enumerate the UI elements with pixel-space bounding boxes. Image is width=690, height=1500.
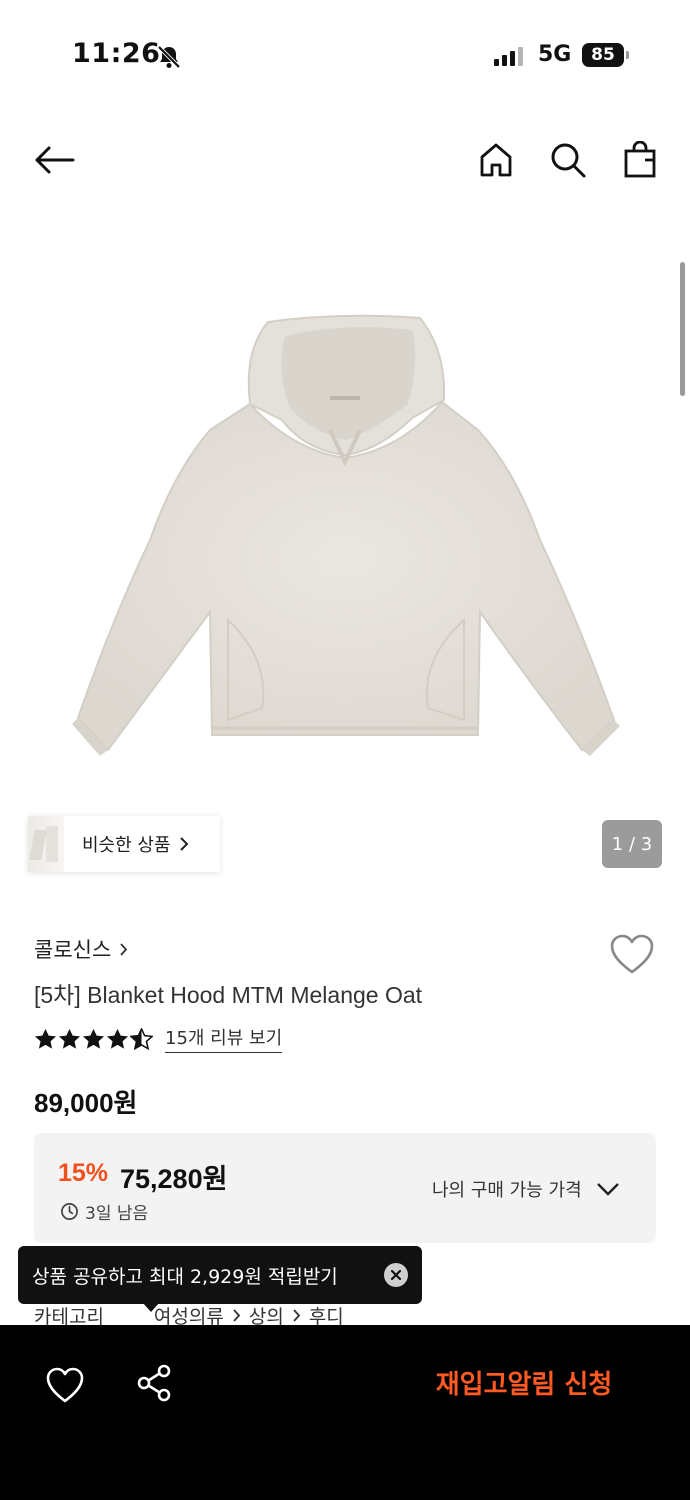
similar-products-label: 비슷한 상품	[82, 835, 171, 856]
bottom-action-bar: 재입고알림 신청	[0, 1325, 690, 1500]
restock-alert-button[interactable]: 재입고알림 신청	[400, 1363, 648, 1407]
chevron-right-icon	[232, 1308, 241, 1323]
half-star-icon	[130, 1027, 153, 1050]
close-icon	[391, 1270, 401, 1280]
image-page-counter: 1 / 3	[602, 820, 662, 868]
similar-products-button[interactable]: 비슷한 상품	[28, 816, 220, 872]
star-icon	[58, 1028, 81, 1049]
chevron-right-icon	[179, 837, 188, 851]
share-icon[interactable]	[134, 1363, 174, 1403]
search-icon	[551, 143, 586, 178]
star-icon	[34, 1028, 57, 1049]
toast-text: 상품 공유하고 최대 2,929원 적립받기	[32, 1265, 338, 1288]
shopping-bag-icon	[624, 141, 656, 178]
back-arrow-icon	[35, 146, 75, 174]
review-link[interactable]: 15개 리뷰 보기	[165, 1024, 283, 1053]
home-button[interactable]	[474, 138, 518, 182]
share-reward-toast[interactable]: 상품 공유하고 최대 2,929원 적립받기	[18, 1246, 422, 1304]
chevron-right-icon	[292, 1308, 301, 1323]
product-title: [5차] Blanket Hood MTM Melange Oat	[34, 982, 423, 1008]
home-icon	[480, 143, 512, 177]
hoodie-image	[72, 314, 620, 756]
wishlist-heart-icon[interactable]	[608, 932, 656, 976]
clock-icon	[61, 1203, 78, 1220]
discount-box: 15% 75,280원 3일 남음 나의 구매 가능 가격	[34, 1133, 656, 1243]
time-left: 3일 남음	[85, 1204, 149, 1224]
star-icon	[106, 1028, 129, 1049]
discount-rate: 15%	[58, 1159, 109, 1187]
toast-close-button[interactable]	[384, 1263, 408, 1287]
chevron-right-icon	[120, 942, 128, 956]
status-bar: 11:26 5G 85	[0, 0, 690, 112]
star-icon	[82, 1028, 105, 1049]
signal-icon	[494, 46, 523, 66]
toast-tail	[142, 1302, 160, 1312]
search-button[interactable]	[546, 138, 590, 182]
rating-row: 15개 리뷰 보기	[34, 1024, 283, 1053]
back-button[interactable]	[32, 138, 76, 182]
discount-timer: 3일 남음	[60, 1199, 148, 1224]
like-heart-icon[interactable]	[44, 1365, 86, 1405]
product-image[interactable]	[0, 240, 690, 800]
battery-tip	[626, 51, 629, 59]
original-price: 89,000원	[34, 1088, 138, 1118]
bell-slash-icon	[157, 45, 181, 69]
brand-name: 콜로신스	[34, 938, 112, 962]
cart-button[interactable]	[618, 138, 662, 182]
rating-stars	[34, 1027, 153, 1050]
brand-link[interactable]: 콜로신스	[34, 934, 128, 964]
battery-icon: 85	[582, 43, 624, 67]
similar-product-thumbnail	[28, 816, 64, 872]
status-time: 11:26	[72, 38, 161, 69]
my-price-toggle[interactable]: 나의 구매 가능 가격	[432, 1176, 620, 1202]
sale-price: 75,280원	[120, 1164, 228, 1194]
chevron-down-icon	[596, 1183, 619, 1196]
my-price-label: 나의 구매 가능 가격	[432, 1180, 582, 1201]
network-label: 5G	[538, 42, 572, 67]
